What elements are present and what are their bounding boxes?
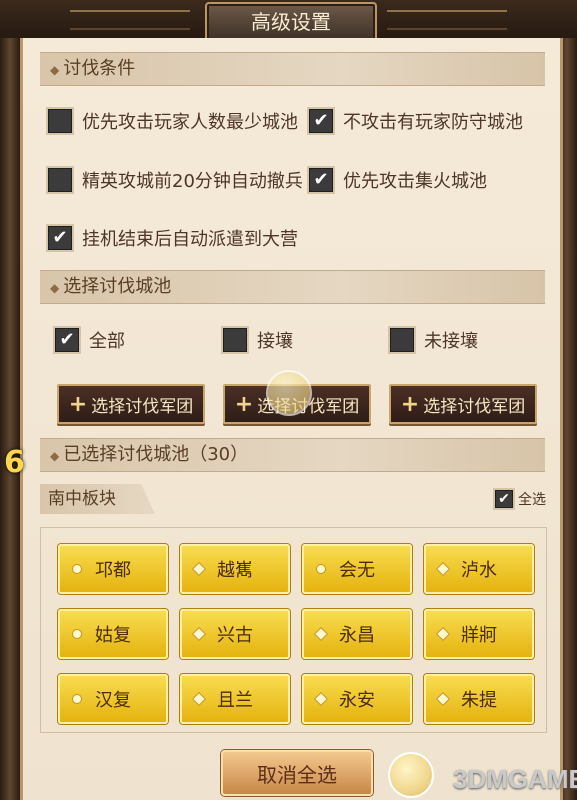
city-button[interactable]: 永昌 — [302, 609, 412, 659]
city-button[interactable]: 永安 — [302, 674, 412, 724]
option-priority-fewest-players[interactable]: 优先攻击玩家人数最少城池 — [46, 107, 298, 135]
diamond-marker-icon — [435, 691, 451, 707]
city-button[interactable]: 越嶲 — [180, 544, 290, 594]
section-selected-cities: ◆ 已选择讨伐城池（30） — [40, 438, 545, 472]
city-button[interactable]: 姑复 — [58, 609, 168, 659]
diamond-marker-icon — [191, 626, 207, 642]
section-attack-conditions: ◆ 讨伐条件 — [40, 52, 545, 86]
filter-label: 接壤 — [257, 331, 293, 352]
select-army-button-3[interactable]: + 选择讨伐军团 — [389, 384, 537, 424]
city-name: 汉复 — [95, 690, 131, 711]
section-select-cities: ◆ 选择讨伐城池 — [40, 270, 545, 304]
city-name: 且兰 — [217, 690, 253, 711]
checkbox-checked[interactable]: ✔ — [53, 326, 81, 354]
checkbox-checked[interactable]: ✔ — [307, 166, 335, 194]
city-grid: 邛都 越嶲 会无 泸水 姑复 兴古 永昌 牂牁 汉复 且兰 永安 朱提 — [40, 527, 547, 733]
city-button[interactable]: 邛都 — [58, 544, 168, 594]
section-title: 已选择讨伐城池（30） — [63, 444, 249, 465]
filter-not-bordering[interactable]: 未接壤 — [388, 326, 478, 354]
checkbox-unchecked[interactable] — [221, 326, 249, 354]
diamond-marker-icon — [435, 561, 451, 577]
diamond-marker-icon — [191, 691, 207, 707]
filter-bordering[interactable]: 接壤 — [221, 326, 293, 354]
option-label: 优先攻击玩家人数最少城池 — [82, 112, 298, 133]
city-name: 永安 — [339, 690, 375, 711]
option-label: 精英攻城前20分钟自动撤兵 — [82, 171, 303, 192]
diamond-marker-icon — [313, 626, 329, 642]
cancel-all-button[interactable]: 取消全选 — [221, 750, 373, 796]
diamond-marker-icon — [191, 561, 207, 577]
checkbox-unchecked[interactable] — [46, 166, 74, 194]
option-label: 挂机结束后自动派遣到大营 — [82, 229, 298, 250]
watermark: 3DMGAME — [453, 764, 577, 794]
diamond-icon: ◆ — [50, 63, 60, 77]
button-label: 选择讨伐军团 — [423, 396, 526, 417]
option-no-player-defended[interactable]: ✔ 不攻击有玩家防守城池 — [307, 107, 523, 135]
city-name: 朱提 — [461, 690, 497, 711]
checkbox-checked[interactable]: ✔ — [307, 107, 335, 135]
plus-icon: + — [234, 391, 254, 417]
option-priority-focus-fire[interactable]: ✔ 优先攻击集火城池 — [307, 166, 487, 194]
circle-marker-icon — [72, 564, 82, 574]
city-name: 兴古 — [217, 625, 253, 646]
left-rail — [0, 38, 20, 800]
filter-all[interactable]: ✔ 全部 — [53, 326, 125, 354]
dialog-title: 高级设置 — [205, 2, 377, 42]
plus-icon: + — [400, 391, 420, 417]
city-button[interactable]: 兴古 — [180, 609, 290, 659]
city-button[interactable]: 泸水 — [424, 544, 534, 594]
city-name: 会无 — [339, 560, 375, 581]
mascot-icon — [266, 370, 312, 416]
section-title: 讨伐条件 — [63, 58, 136, 79]
filter-label: 全部 — [89, 331, 125, 352]
option-elite-auto-withdraw[interactable]: 精英攻城前20分钟自动撤兵 — [46, 166, 303, 194]
checkbox-unchecked[interactable] — [388, 326, 416, 354]
city-button[interactable]: 且兰 — [180, 674, 290, 724]
city-name: 姑复 — [95, 625, 131, 646]
option-label: 不攻击有玩家防守城池 — [343, 112, 523, 133]
block-tab[interactable]: 南中板块 — [40, 484, 155, 514]
city-button[interactable]: 汉复 — [58, 674, 168, 724]
option-label: 优先攻击集火城池 — [343, 171, 487, 192]
button-label: 选择讨伐军团 — [91, 396, 194, 417]
city-button[interactable]: 牂牁 — [424, 609, 534, 659]
city-name: 泸水 — [461, 560, 497, 581]
filter-label: 未接壤 — [424, 331, 478, 352]
city-name: 邛都 — [95, 560, 131, 581]
select-all-label: 全选 — [518, 492, 546, 508]
checkbox-checked[interactable]: ✔ — [46, 224, 74, 252]
checkbox-unchecked[interactable] — [46, 107, 74, 135]
diamond-icon: ◆ — [50, 281, 60, 295]
mascot-icon — [388, 752, 434, 798]
frame-ornament-left — [70, 10, 190, 30]
diamond-marker-icon — [313, 691, 329, 707]
plus-icon: + — [68, 391, 88, 417]
city-button[interactable]: 朱提 — [424, 674, 534, 724]
option-auto-send-to-camp[interactable]: ✔ 挂机结束后自动派遣到大营 — [46, 224, 298, 252]
side-badge: 6 — [4, 445, 25, 480]
diamond-icon: ◆ — [50, 449, 60, 463]
top-frame: 高级设置 — [0, 0, 577, 42]
city-name: 永昌 — [339, 625, 375, 646]
city-button[interactable]: 会无 — [302, 544, 412, 594]
frame-ornament-right — [387, 10, 507, 30]
city-name: 越嶲 — [217, 560, 253, 581]
circle-marker-icon — [72, 694, 82, 704]
circle-marker-icon — [72, 629, 82, 639]
section-title: 选择讨伐城池 — [63, 276, 172, 297]
select-all-checkbox[interactable]: ✔ 全选 — [493, 488, 546, 510]
select-army-button-1[interactable]: + 选择讨伐军团 — [57, 384, 205, 424]
city-name: 牂牁 — [461, 625, 497, 646]
diamond-marker-icon — [435, 626, 451, 642]
checkbox-checked[interactable]: ✔ — [493, 488, 515, 510]
circle-marker-icon — [316, 564, 326, 574]
